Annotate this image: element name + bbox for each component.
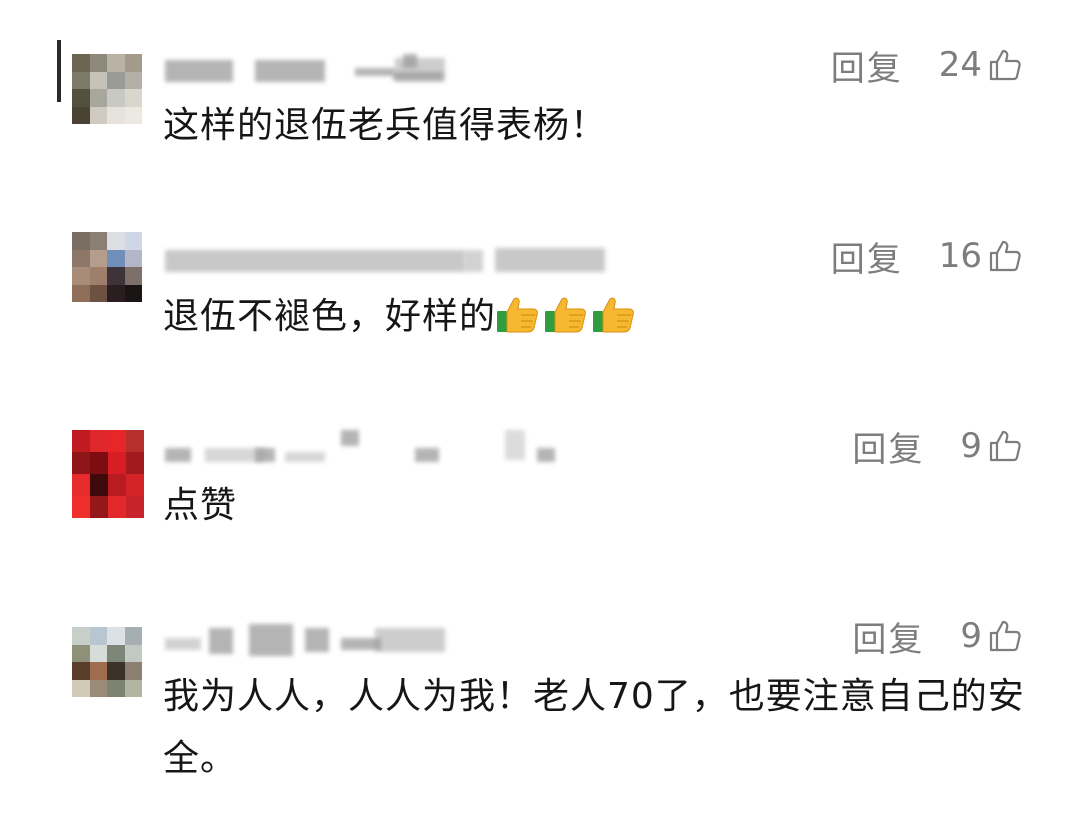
comment-actions: 回复 16 bbox=[831, 236, 1022, 280]
thumbs-up-emoji bbox=[593, 297, 634, 333]
reply-button[interactable]: 回复 bbox=[852, 612, 924, 661]
comment-text-row: 退伍不褪色，好样的 bbox=[163, 287, 1033, 347]
comment-actions: 回复 9 bbox=[852, 426, 1022, 470]
thumbs-up-outline-icon[interactable] bbox=[988, 48, 1022, 82]
blurred-username-location-time bbox=[165, 240, 605, 274]
thumbs-up-outline-icon[interactable] bbox=[988, 239, 1022, 273]
avatar[interactable] bbox=[72, 54, 142, 124]
blurred-username-location-time bbox=[165, 50, 585, 84]
reply-button[interactable]: 回复 bbox=[831, 232, 903, 281]
like-count: 9 bbox=[960, 616, 982, 656]
comment-text: 点赞 bbox=[163, 485, 238, 526]
avatar[interactable] bbox=[72, 232, 142, 302]
reply-button[interactable]: 回复 bbox=[831, 41, 903, 90]
comment-actions: 回复 24 bbox=[831, 45, 1022, 89]
comment-text: 我为人人，人人为我！老人70了，也要注意自己的安全。 bbox=[163, 676, 1025, 779]
thumbs-up-outline-icon[interactable] bbox=[988, 429, 1022, 463]
comment-text: 这样的退伍老兵值得表杨！ bbox=[163, 105, 608, 146]
comment-actions: 回复 9 bbox=[852, 616, 1022, 660]
thumbs-up-emoji bbox=[545, 297, 586, 333]
comment-text: 退伍不褪色，好样的 bbox=[163, 296, 497, 337]
like-count: 24 bbox=[938, 45, 982, 85]
blurred-username-location-time bbox=[165, 620, 585, 656]
like-count: 16 bbox=[938, 236, 982, 276]
like-count: 9 bbox=[960, 426, 982, 466]
thumbs-up-emoji bbox=[497, 297, 538, 333]
cropped-edge-divider bbox=[57, 40, 61, 102]
blurred-username-location-time bbox=[165, 428, 585, 462]
avatar[interactable] bbox=[72, 430, 144, 518]
reply-button[interactable]: 回复 bbox=[852, 422, 924, 471]
thumbs-up-outline-icon[interactable] bbox=[988, 619, 1022, 653]
avatar[interactable] bbox=[72, 627, 142, 697]
